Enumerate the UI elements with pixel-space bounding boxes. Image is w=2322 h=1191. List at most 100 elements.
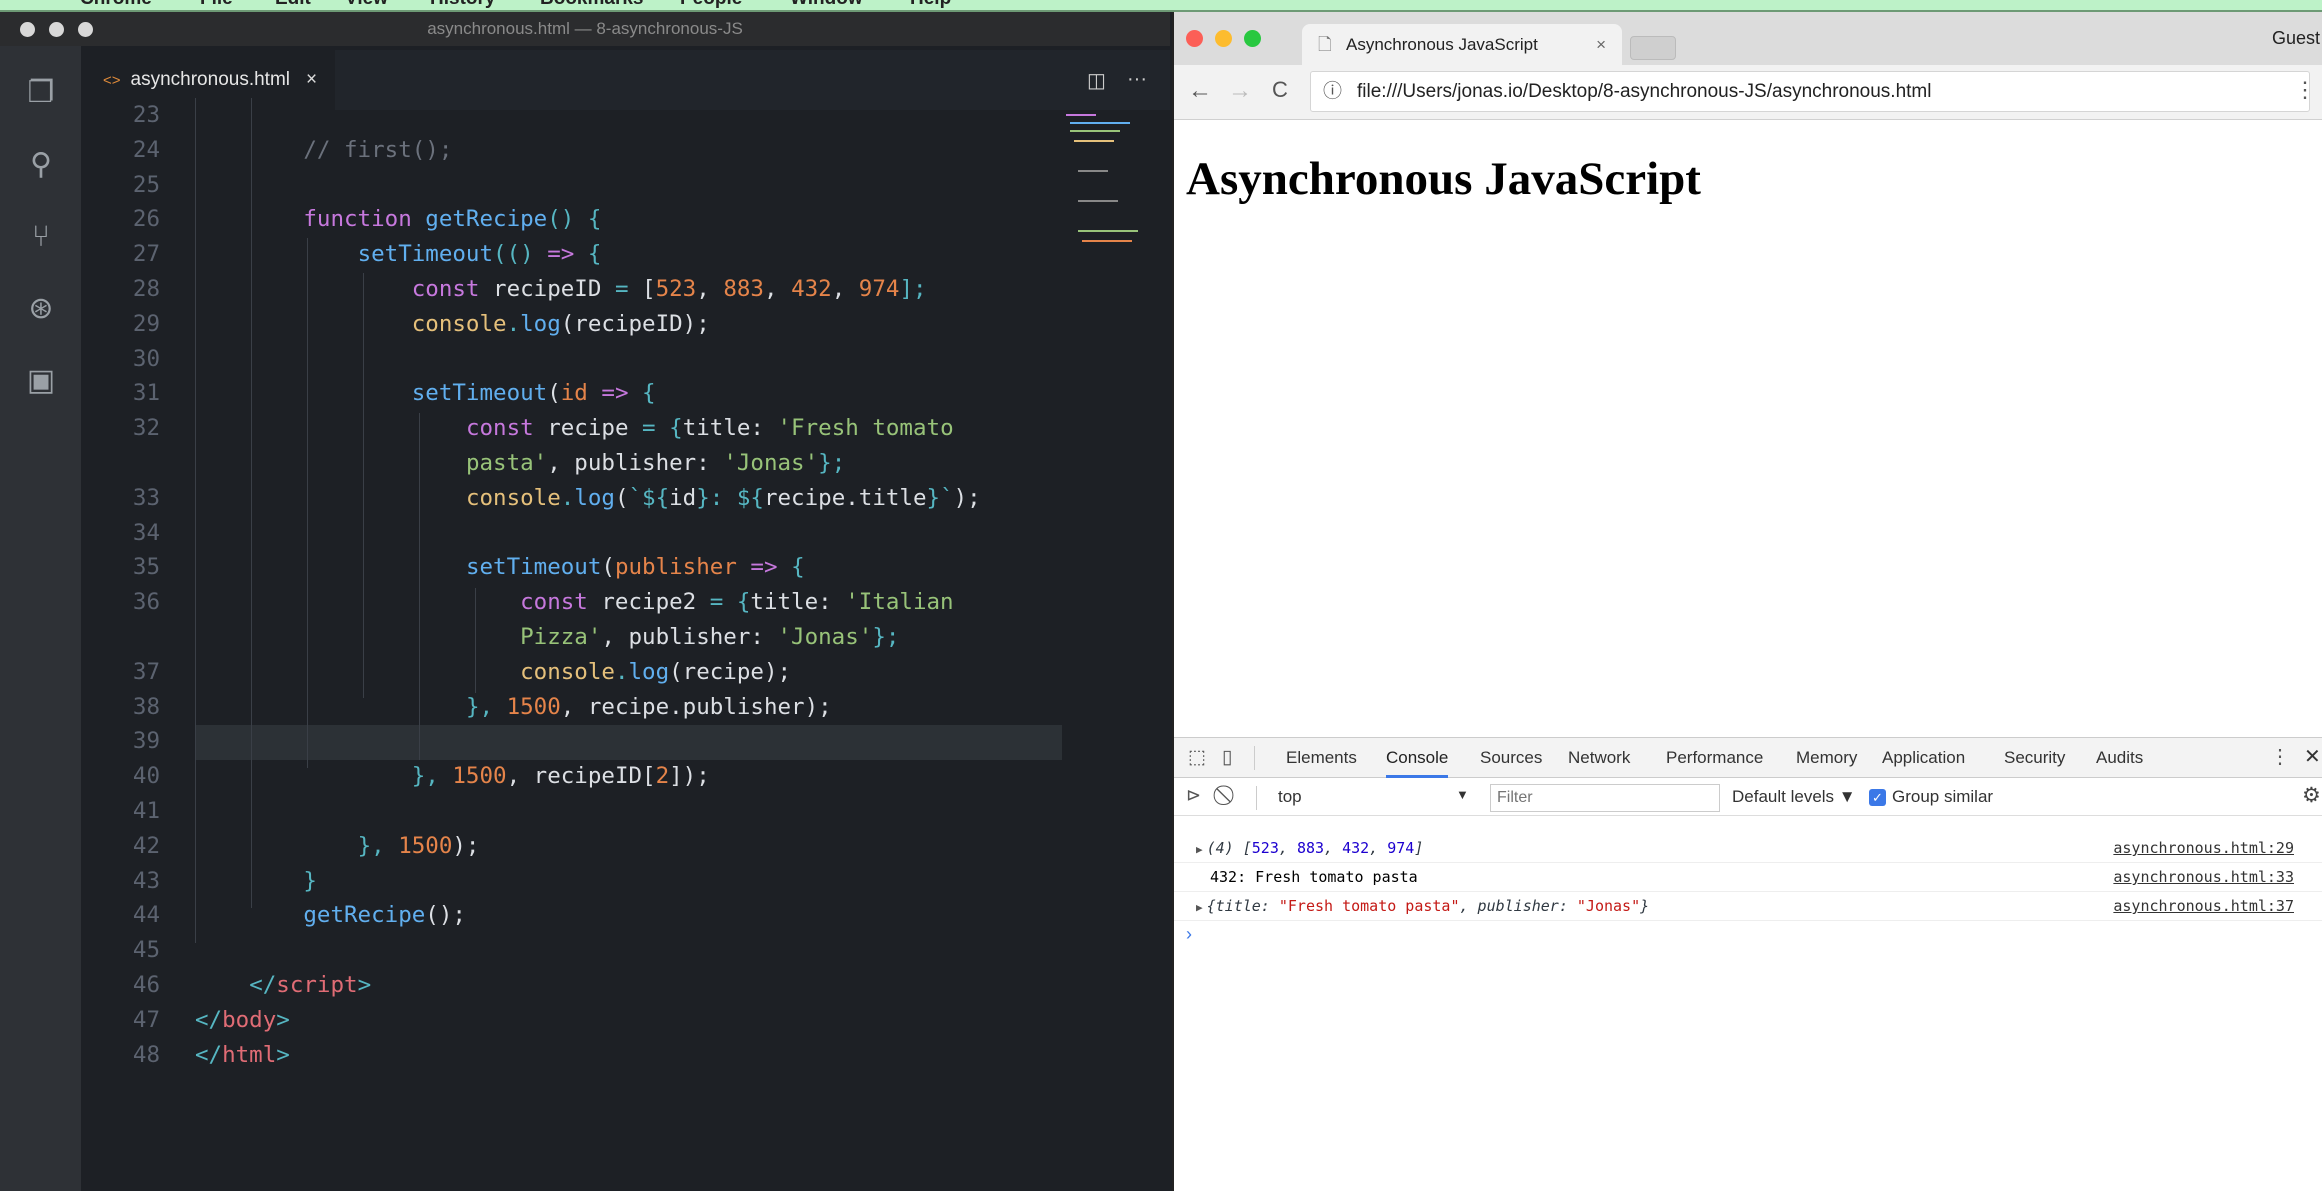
code-token: => <box>547 241 588 268</box>
maximize-window-button[interactable] <box>1244 30 1261 47</box>
line-text: function getRecipe() { <box>195 202 601 237</box>
expand-triangle-icon[interactable]: ▶ <box>1196 843 1203 856</box>
devtools-tab-console[interactable]: Console <box>1386 738 1449 778</box>
devtools-tab-audits[interactable]: Audits <box>2096 738 2143 778</box>
devtools-menu-icon[interactable]: ⋮ <box>2270 744 2290 769</box>
inspect-element-icon[interactable]: ⬚ <box>1188 746 1206 769</box>
devtools-tab-memory[interactable]: Memory <box>1796 738 1857 778</box>
new-tab-button[interactable] <box>1630 36 1676 60</box>
line-text: setTimeout(publisher => { <box>195 550 805 585</box>
close-tab-button[interactable]: × <box>306 69 317 90</box>
message-source-link[interactable]: asynchronous.html:29 <box>2113 834 2294 863</box>
code-line: 24 // first(); <box>0 133 1060 168</box>
minimize-window-button[interactable] <box>49 22 64 37</box>
browser-tab[interactable]: 🗋 Asynchronous JavaScript × <box>1302 24 1622 65</box>
message-part: , <box>1369 839 1388 857</box>
code-token: , recipe.publisher); <box>560 693 832 720</box>
line-number: 30 <box>132 345 160 372</box>
code-line: 35 setTimeout(publisher => { <box>0 550 1060 585</box>
menu-item-help[interactable]: Help <box>910 0 951 10</box>
log-levels-select[interactable]: Default levels ▼ <box>1732 787 1856 807</box>
expand-triangle-icon[interactable]: ▶ <box>1196 901 1203 914</box>
message-part: , <box>1278 839 1297 857</box>
devtools-tab-application[interactable]: Application <box>1882 738 1965 778</box>
info-icon[interactable]: ⓘ <box>1323 72 1342 111</box>
message-part: 432: Fresh tomato pasta <box>1210 868 1418 886</box>
menu-item-view[interactable]: View <box>345 0 388 10</box>
code-token: </ <box>195 1006 223 1033</box>
message-part: {title: <box>1206 897 1279 915</box>
console-toolbar: ⊳ ⃠ top ▼ Default levels ▼ ✓ Group simil… <box>1174 780 2322 816</box>
line-number: 23 <box>132 102 160 128</box>
menu-item-history[interactable]: History <box>430 0 495 10</box>
code-token: html <box>222 1041 277 1068</box>
line-number: 27 <box>132 241 160 268</box>
devtools-tab-performance[interactable]: Performance <box>1666 738 1763 778</box>
menu-button[interactable]: ⋮ <box>2294 77 2316 103</box>
menu-item-chrome[interactable]: Chrome <box>80 0 152 10</box>
message-source-link[interactable]: asynchronous.html:33 <box>2113 863 2294 892</box>
console-prompt[interactable]: › <box>1186 924 1192 945</box>
minimap[interactable] <box>1062 110 1152 260</box>
code-line: 26 function getRecipe() { <box>0 202 1060 237</box>
menu-item-people[interactable]: People <box>680 0 742 10</box>
line-text: }, 1500); <box>195 829 480 864</box>
minimize-window-button[interactable] <box>1215 30 1232 47</box>
back-button[interactable]: ← <box>1188 77 1212 105</box>
code-token: ( <box>547 380 561 407</box>
message-part: 523 <box>1251 839 1279 857</box>
close-window-button[interactable] <box>20 22 35 37</box>
close-devtools-icon[interactable]: ✕ <box>2304 744 2321 769</box>
devtools-tab-sources[interactable]: Sources <box>1480 738 1542 778</box>
code-token: ( <box>601 554 615 581</box>
line-number: 43 <box>132 867 160 894</box>
menu-item-file[interactable]: File <box>200 0 233 10</box>
code-token: ); <box>953 484 981 511</box>
address-bar[interactable]: ⓘ file:///Users/jonas.io/Desktop/8-async… <box>1310 71 2310 112</box>
group-similar-checkbox[interactable]: ✓ <box>1869 789 1886 806</box>
code-token: setTimeout <box>465 554 602 581</box>
devtools-tab-elements[interactable]: Elements <box>1286 738 1357 778</box>
menu-item-edit[interactable]: Edit <box>275 0 311 10</box>
settings-gear-icon[interactable]: ⚙ <box>2302 783 2321 808</box>
menu-item-bookmarks[interactable]: Bookmarks <box>540 0 644 10</box>
split-editor-button[interactable]: ◫ <box>1087 68 1106 93</box>
line-number: 36 <box>132 589 160 616</box>
code-token: function <box>303 206 426 233</box>
code-line: 47 </body> <box>0 1003 1060 1038</box>
tab-title: Asynchronous JavaScript <box>1346 35 1538 54</box>
context-select[interactable]: top <box>1278 787 1302 807</box>
console-filter-input[interactable] <box>1490 784 1720 812</box>
code-token: ); <box>452 832 480 859</box>
code-token: (() <box>493 241 548 268</box>
more-actions-button[interactable]: ··· <box>1127 68 1147 91</box>
code-line: Pizza', publisher: 'Jonas'}; <box>0 620 1060 655</box>
code-line: 33 console.log(`${id}: ${recipe.title}`)… <box>0 481 1060 516</box>
menu-item-window[interactable]: Window <box>790 0 863 10</box>
code-token: = <box>642 415 670 442</box>
code-line: 46 </script> <box>0 968 1060 1003</box>
context-dropdown-icon[interactable]: ▼ <box>1456 787 1469 802</box>
message-source-link[interactable]: asynchronous.html:37 <box>2113 892 2294 921</box>
reload-button[interactable]: C <box>1272 77 1288 103</box>
forward-button[interactable]: → <box>1228 77 1252 105</box>
close-window-button[interactable] <box>1186 30 1203 47</box>
line-text: </body> <box>195 1003 290 1038</box>
line-text: console.log(recipeID); <box>195 307 710 342</box>
profile-button[interactable]: Guest <box>2272 28 2320 49</box>
code-token: => <box>601 380 643 407</box>
line-number: 31 <box>132 380 160 407</box>
code-token: () { <box>547 206 602 233</box>
maximize-window-button[interactable] <box>78 22 93 37</box>
sidebar-toggle-icon[interactable]: ⊳ <box>1186 785 1201 806</box>
code-token: console <box>411 310 507 337</box>
code-token: . <box>506 310 521 337</box>
code-token: title: <box>750 589 846 616</box>
code-token: 1500 <box>398 832 453 859</box>
code-token: ]; <box>899 276 927 302</box>
devtools-tab-security[interactable]: Security <box>2004 738 2065 778</box>
line-number: 33 <box>132 484 160 511</box>
device-toolbar-icon[interactable]: ▯ <box>1222 746 1232 769</box>
close-tab-button[interactable]: × <box>1596 24 1606 65</box>
devtools-tab-network[interactable]: Network <box>1568 738 1630 778</box>
